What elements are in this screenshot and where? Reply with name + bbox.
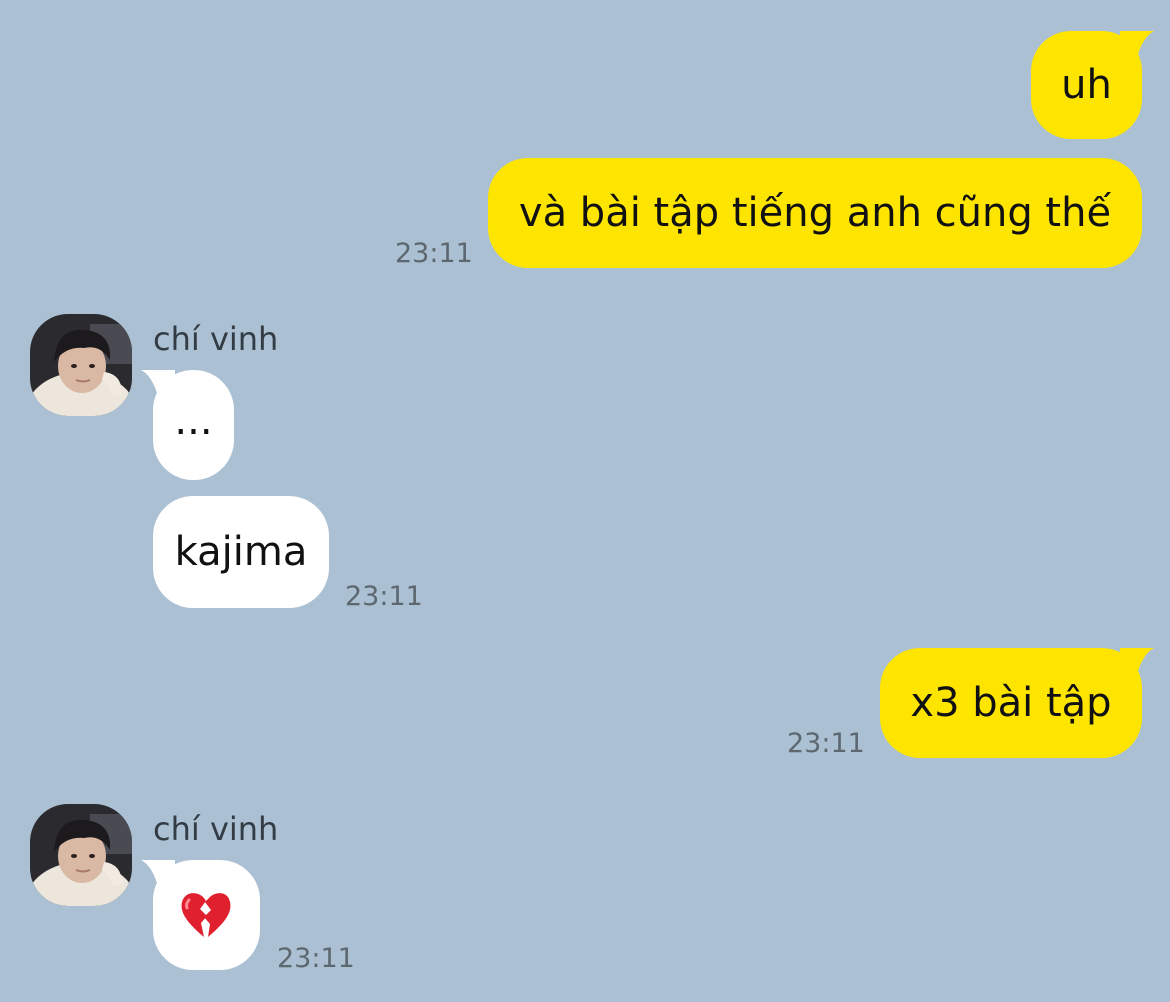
sender-name: chí vinh bbox=[153, 320, 279, 358]
message-timestamp: 23:11 bbox=[787, 728, 865, 759]
message-bubble-outgoing[interactable]: và bài tập tiếng anh cũng thế bbox=[488, 158, 1142, 268]
message-timestamp: 23:11 bbox=[395, 238, 473, 269]
bubble-tail bbox=[1120, 648, 1154, 678]
message-timestamp: 23:11 bbox=[345, 581, 423, 612]
bubble-tail bbox=[141, 370, 175, 400]
message-text: và bài tập tiếng anh cũng thế bbox=[518, 190, 1112, 236]
message-bubble-outgoing[interactable]: x3 bài tập bbox=[880, 648, 1154, 758]
bubble-tail bbox=[1120, 31, 1154, 61]
sender-name: chí vinh bbox=[153, 810, 279, 848]
message-timestamp: 23:11 bbox=[277, 943, 355, 974]
avatar[interactable] bbox=[30, 804, 132, 906]
message-text: x3 bài tập bbox=[910, 680, 1112, 726]
message-bubble-incoming[interactable]: ... bbox=[141, 370, 234, 480]
avatar[interactable] bbox=[30, 314, 132, 416]
avatar-image bbox=[30, 314, 132, 416]
message-text: uh bbox=[1061, 62, 1112, 108]
message-text: kajima bbox=[174, 529, 308, 575]
avatar-image bbox=[30, 804, 132, 906]
broken-heart-icon bbox=[181, 893, 231, 937]
message-text: ... bbox=[174, 398, 213, 444]
message-bubble-incoming[interactable]: kajima bbox=[153, 496, 329, 608]
message-bubble-outgoing[interactable]: uh bbox=[1031, 31, 1154, 139]
message-bubble-incoming[interactable] bbox=[141, 860, 260, 970]
bubble-tail bbox=[141, 860, 175, 890]
